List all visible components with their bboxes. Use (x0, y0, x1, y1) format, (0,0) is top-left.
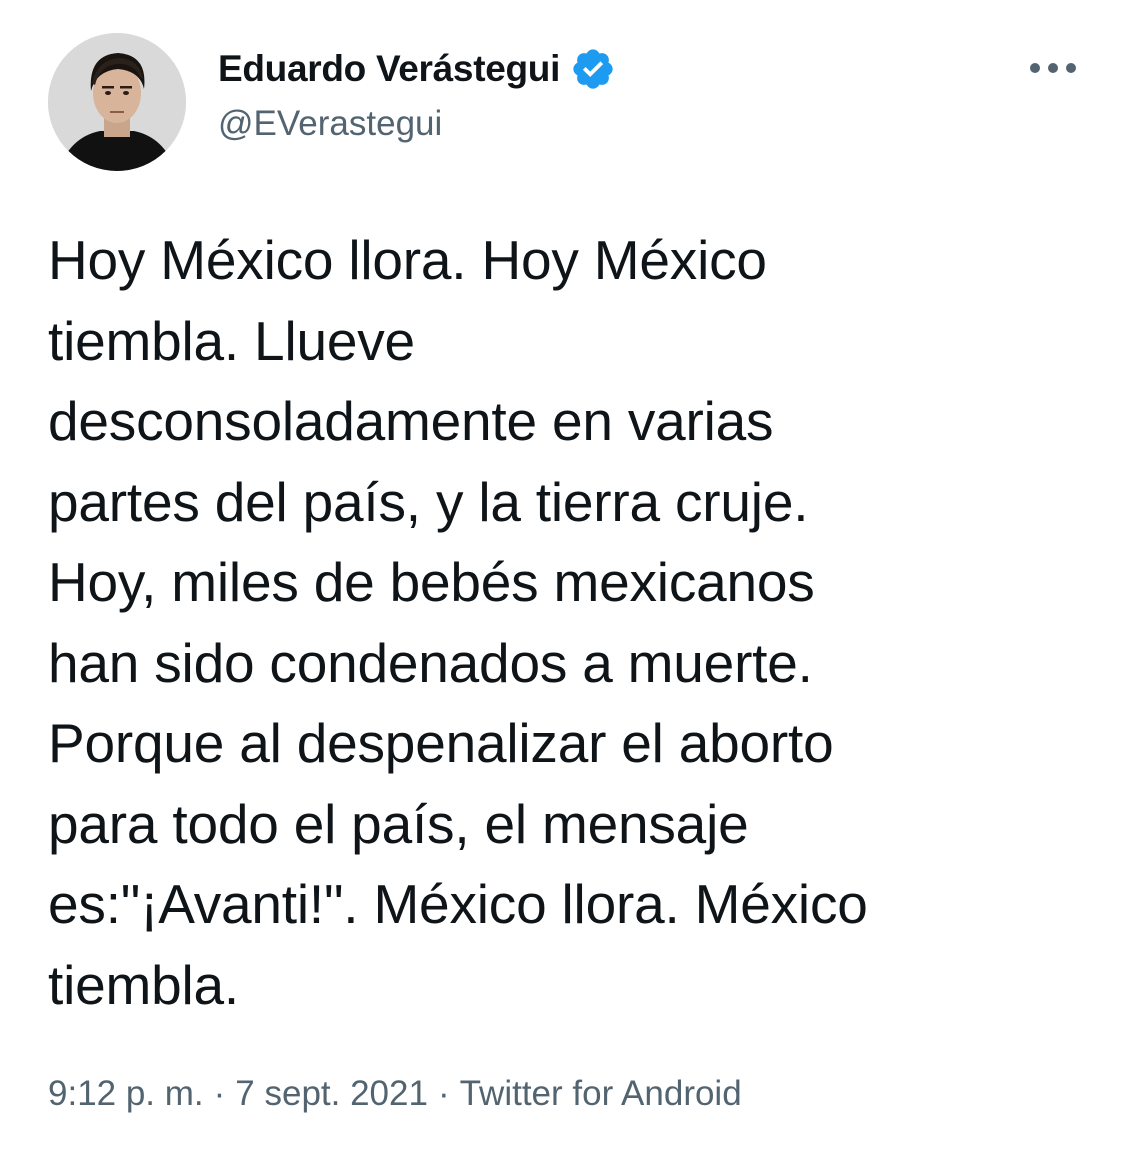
verified-badge-icon (573, 49, 613, 89)
avatar[interactable] (48, 33, 186, 171)
tweet-source[interactable]: Twitter for Android (460, 1074, 742, 1114)
avatar-image (48, 33, 186, 171)
name-row: Eduardo Verástegui (218, 46, 616, 92)
display-name[interactable]: Eduardo Verástegui (218, 48, 560, 90)
meta-separator: · (213, 1074, 226, 1113)
more-dots (1030, 63, 1076, 73)
user-handle[interactable]: @EVerastegui (218, 104, 442, 144)
tweet-meta: 9:12 p. m. · 7 sept. 2021 · Twitter for … (48, 1074, 742, 1114)
more-options-icon[interactable] (1024, 50, 1082, 86)
tweet-date[interactable]: 7 sept. 2021 (235, 1074, 428, 1114)
tweet-time[interactable]: 9:12 p. m. (48, 1074, 204, 1114)
meta-separator: · (437, 1074, 450, 1113)
tweet-text: Hoy México llora. Hoy México tiembla. Ll… (48, 229, 868, 1016)
